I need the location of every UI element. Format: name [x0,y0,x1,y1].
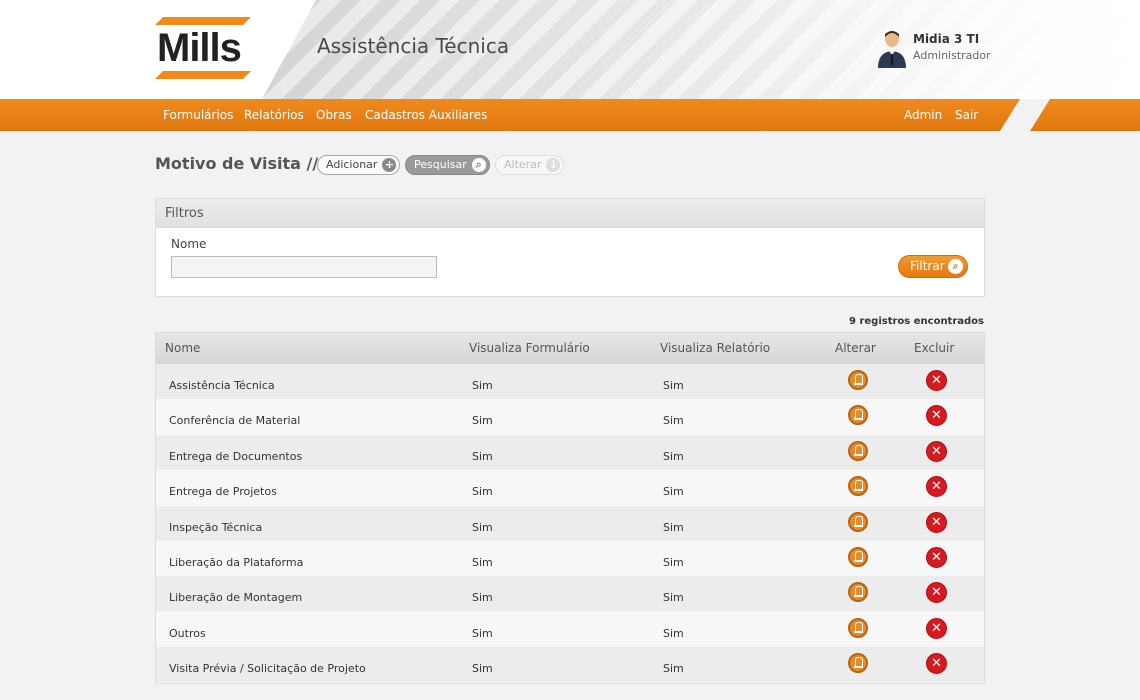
nav-item-admin[interactable]: Admin [904,99,942,131]
logo-text: Mills [157,26,242,70]
column-header-alterar: Alterar [835,341,876,355]
column-header-excluir: Excluir [914,341,955,355]
column-header-visualiza-relatorio[interactable]: Visualiza Relatório [660,333,770,364]
row-edit-pen-icon[interactable] [848,617,868,638]
row-delete-x-icon[interactable]: ✕ [926,547,947,568]
magnifier-icon: ⌕ [471,158,486,172]
mills-logo[interactable]: Mills [155,17,251,79]
row-delete-x-icon[interactable]: ✕ [926,370,947,391]
results-table: Nome Visualiza Formulário Visualiza Rela… [155,332,985,684]
row-delete-x-icon[interactable]: ✕ [926,405,947,427]
add-button[interactable]: Adicionar + [317,155,401,175]
logo-bar-top [155,17,251,25]
filter-button[interactable]: Filtrar ⌕ [898,255,968,278]
magnifier-icon: ⌕ [948,259,963,274]
row-delete-x-icon[interactable]: ✕ [926,617,947,639]
app-title: Assistência Técnica [317,34,510,58]
table-row: Inspeção Técnica Sim Sim ✕ [156,505,984,541]
table-row: Entrega de Projetos Sim Sim ✕ [156,470,984,506]
header: Mills Assistência Técnica Midia 3 TI Adm… [0,0,1140,99]
row-edit-pen-icon[interactable] [848,440,868,461]
logo-bar-bottom [155,71,251,79]
row-visualiza-formulario: Sim [472,662,493,676]
filters-panel: Filtros Nome Filtrar ⌕ [155,198,985,297]
user-name: Midia 3 TI [913,32,980,46]
row-edit-pen-icon[interactable] [848,370,868,390]
edit-button-label: Alterar [504,158,542,171]
row-edit-pen-icon[interactable] [848,653,868,674]
nav-item-obras[interactable]: Obras [316,99,352,131]
row-edit-pen-icon[interactable] [848,582,868,603]
table-row: Outros Sim Sim ✕ [156,611,984,647]
table-row: Conferência de Material Sim Sim ✕ [156,399,984,435]
nav-item-cadastros-auxiliares[interactable]: Cadastros Auxiliares [365,99,487,131]
column-header-visualiza-formulario[interactable]: Visualiza Formulário [469,333,590,364]
column-header-nome[interactable]: Nome [165,333,200,364]
name-filter-input[interactable] [171,256,437,278]
table-row: Assistência Técnica Sim Sim ✕ [156,364,984,399]
main-nav: Formulários Relatórios Obras Cadastros A… [0,99,1140,131]
results-count: 9 registros encontrados [849,316,984,327]
filters-header: Filtros [156,199,984,228]
nav-item-sair[interactable]: Sair [955,99,978,131]
table-row: Entrega de Documentos Sim Sim ✕ [156,434,984,470]
table-row: Liberação da Plataforma Sim Sim ✕ [156,541,984,576]
search-button[interactable]: Pesquisar ⌕ [405,155,490,175]
row-edit-pen-icon[interactable] [848,405,868,426]
row-visualiza-relatorio: Sim [663,662,684,676]
nav-item-relatorios[interactable]: Relatórios [244,99,304,131]
add-button-label: Adicionar [326,158,378,171]
arrow-down-circle-icon: ↓ [546,158,561,172]
row-edit-pen-icon[interactable] [848,476,868,497]
row-delete-x-icon[interactable]: ✕ [926,476,947,498]
user-role: Administrador [913,49,991,62]
search-button-label: Pesquisar [414,158,467,171]
name-filter-label: Nome [171,237,207,251]
table-row: Visita Prévia / Solicitação de Projeto Si… [156,647,984,683]
table-row: Liberação de Montagem Sim Sim ✕ [156,576,984,612]
row-delete-x-icon[interactable]: ✕ [926,440,947,462]
row-delete-x-icon[interactable]: ✕ [926,511,947,533]
nav-divider [1000,99,1050,131]
user-box: Midia 3 TI Administrador [876,28,1006,70]
table-header: Nome Visualiza Formulário Visualiza Rela… [156,333,984,364]
user-avatar-icon [878,31,906,68]
filter-button-label: Filtrar [910,259,945,273]
plus-circle-icon: + [382,158,397,172]
page-title: Motivo de Visita // [155,154,319,173]
row-delete-x-icon[interactable]: ✕ [926,582,947,604]
row-delete-x-icon[interactable]: ✕ [926,653,947,675]
row-nome: Visita Prévia / Solicitação de Projeto [169,662,366,676]
row-edit-pen-icon[interactable] [848,547,868,567]
edit-button[interactable]: Alterar ↓ [495,155,565,175]
row-edit-pen-icon[interactable] [848,511,868,532]
nav-item-formularios[interactable]: Formulários [163,99,233,131]
